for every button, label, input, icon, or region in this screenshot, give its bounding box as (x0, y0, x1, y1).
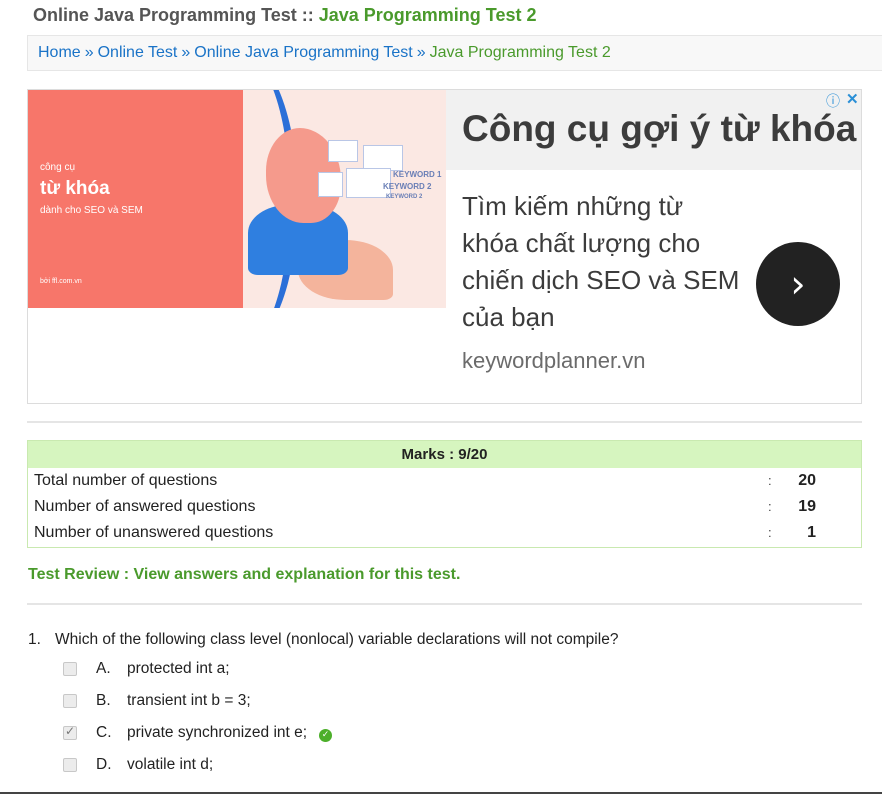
marks-row-value: 20 (798, 472, 816, 489)
question: 1. Which of the following class level (no… (28, 631, 618, 649)
chevron-right-icon[interactable]: › (756, 242, 840, 326)
page-title-prefix: Online Java Programming Test :: (33, 5, 319, 25)
page-title: Online Java Programming Test :: Java Pro… (33, 5, 536, 26)
breadcrumb: Home» Online Test» Online Java Programming… (27, 35, 882, 71)
option-text: volatile int d; (127, 756, 214, 773)
divider (27, 603, 862, 605)
divider (27, 421, 862, 423)
page-title-highlight: Java Programming Test 2 (318, 5, 537, 25)
ad-image[interactable]: công cụ từ khóa dành cho SEO và SEM bởi … (28, 90, 446, 308)
option-text: transient int b = 3; (127, 692, 251, 709)
marks-row-colon: : (768, 499, 772, 514)
ad-image-keyword: KEYWORD 1 (393, 170, 442, 179)
option-letter: D. (96, 756, 112, 773)
ad-url[interactable]: keywordplanner.vn (462, 348, 645, 374)
option-letter: A. (96, 660, 111, 677)
option-checkbox[interactable] (63, 694, 77, 708)
ad-image-text-2: từ khóa (40, 178, 110, 199)
marks-row-value: 1 (807, 524, 816, 541)
breadcrumb-current: Java Programming Test 2 (429, 44, 611, 61)
marks-row-colon: : (768, 473, 772, 488)
ad-image-card (328, 140, 358, 162)
option-letter: B. (96, 692, 111, 709)
breadcrumb-separator: » (416, 44, 426, 61)
question-text: Which of the following class level (nonl… (55, 631, 619, 648)
marks-row-colon: : (768, 525, 772, 540)
option-checkbox[interactable] (63, 758, 77, 772)
question-number: 1. (28, 631, 41, 648)
test-review-link[interactable]: Test Review : View answers and explanati… (28, 566, 460, 584)
close-icon[interactable]: ✕ (846, 90, 859, 108)
option-checkbox[interactable] (63, 724, 77, 740)
ad-banner[interactable]: công cụ từ khóa dành cho SEO và SEM bởi … (27, 89, 862, 404)
option-letter: C. (96, 724, 112, 741)
ad-image-keyword: KEYWORD 2 (383, 182, 432, 191)
option-text: private synchronized int e; (127, 724, 308, 741)
marks-row-label: Number of unanswered questions (34, 524, 274, 541)
breadcrumb-online-test[interactable]: Online Test (98, 44, 178, 61)
marks-row-label: Number of answered questions (34, 498, 256, 515)
marks-row: Total number of questions : 20 (28, 468, 861, 494)
check-circle-icon: ✓ (319, 729, 333, 742)
option-checkbox[interactable] (63, 662, 77, 676)
info-icon[interactable]: ⓘ (826, 91, 840, 111)
marks-row-value: 19 (798, 498, 816, 515)
ad-description[interactable]: Tìm kiếm những từ khóa chất lượng cho ch… (462, 188, 742, 336)
marks-row: Number of answered questions : 19 (28, 494, 861, 520)
breadcrumb-home[interactable]: Home (38, 44, 81, 61)
marks-table: Marks : 9/20 Total number of questions :… (27, 440, 862, 548)
ad-image-card (318, 172, 343, 197)
ad-title[interactable]: Công cụ gợi ý từ khóa (462, 108, 856, 150)
option-text: protected int a; (127, 660, 230, 677)
ad-image-text-1: công cụ (40, 162, 76, 173)
ad-image-text-3: dành cho SEO và SEM (40, 205, 143, 216)
marks-header: Marks : 9/20 (28, 441, 861, 468)
marks-row-label: Total number of questions (34, 472, 218, 489)
option-text-wrap: private synchronized int e; ✓ (127, 724, 333, 742)
breadcrumb-separator: » (84, 44, 94, 61)
ad-image-brand: bởi ffl.com.vn (40, 278, 82, 285)
breadcrumb-separator: » (181, 44, 191, 61)
marks-row: Number of unanswered questions : 1 (28, 520, 861, 546)
breadcrumb-java-test[interactable]: Online Java Programming Test (194, 44, 412, 61)
ad-image-keyword: KEYWORD 2 (386, 194, 423, 200)
